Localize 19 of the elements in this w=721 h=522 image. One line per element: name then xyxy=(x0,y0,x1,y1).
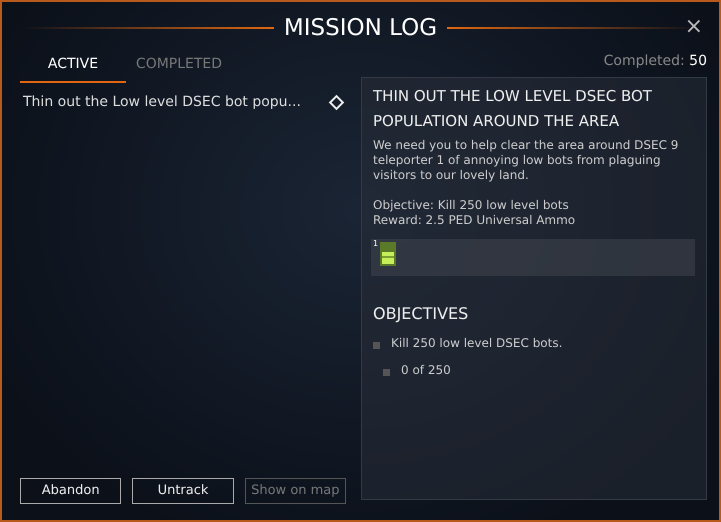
action-button[interactable]: Untrack xyxy=(132,478,234,504)
mission-description: We need you to help clear the area around DSEC 9 teleporter 1 of annoying low bots from plaguing visitors to our lovely land. xyxy=(373,138,680,183)
objective-text: Objective: Kill 250 low level bots xyxy=(373,198,570,213)
item-count: 1 xyxy=(373,240,378,248)
reward-text: Reward: 2.5 PED Universal Ammo xyxy=(373,213,576,228)
objective-item: 0 of 250 xyxy=(401,362,451,379)
mission-item[interactable]: Thin out the Low level DSEC bot popu... xyxy=(23,92,301,113)
track-marker-icon[interactable] xyxy=(328,94,344,110)
window-title: MISSION LOG xyxy=(282,14,438,43)
objectives-heading: OBJECTIVES xyxy=(373,303,470,325)
close-button[interactable]: × xyxy=(684,16,703,38)
completed-count: 50 xyxy=(689,53,707,69)
tab[interactable]: ACTIVE xyxy=(20,54,126,83)
objective-item: Kill 250 low level DSEC bots. xyxy=(391,335,562,352)
ammo-box-icon[interactable] xyxy=(380,242,396,266)
mission-title: THIN OUT THE LOW LEVEL DSEC BOT POPULATION AROUND THE AREA xyxy=(373,86,653,132)
completed-label: Completed: xyxy=(604,53,685,69)
action-button[interactable]: Abandon xyxy=(20,478,122,504)
tab[interactable]: COMPLETED xyxy=(126,54,232,83)
